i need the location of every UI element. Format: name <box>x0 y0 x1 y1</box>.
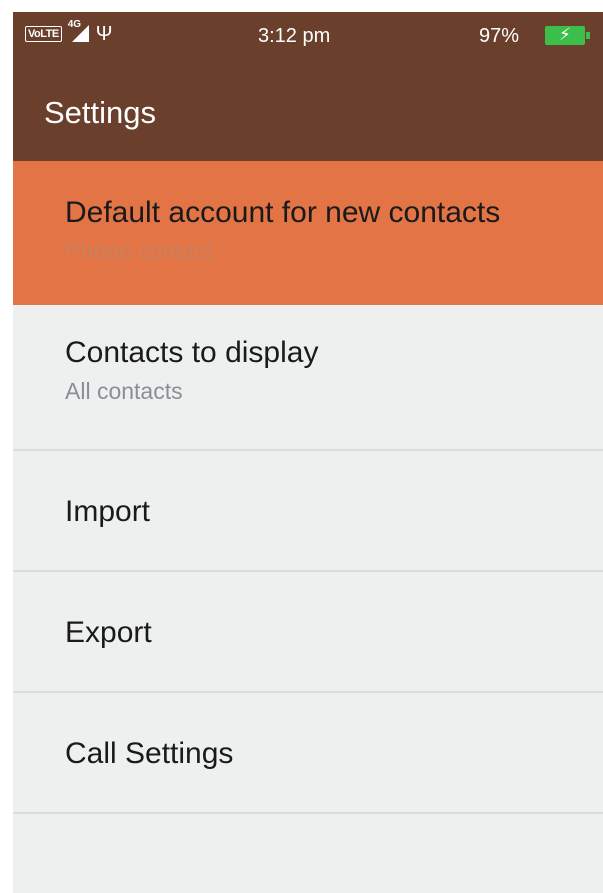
setting-title: Default account for new contacts <box>65 196 501 229</box>
setting-title: Call Settings <box>65 737 234 770</box>
status-bar: VoLTE 4G Ψ 3:12 pm 97% ⚡ <box>13 12 603 56</box>
setting-import[interactable]: Import <box>13 451 603 572</box>
volte-icon: VoLTE <box>25 26 62 42</box>
signal-strength-icon: 4G <box>68 19 90 45</box>
status-time: 3:12 pm <box>258 25 331 47</box>
setting-contacts-to-display[interactable]: Contacts to display All contacts <box>13 305 603 451</box>
setting-default-account[interactable]: Default account for new contacts Phone c… <box>13 161 603 305</box>
setting-title: Import <box>65 495 151 528</box>
settings-list: Default account for new contacts Phone c… <box>13 161 603 814</box>
battery-percent: 97% <box>479 25 520 47</box>
page-title: Settings <box>44 95 157 130</box>
setting-export[interactable]: Export <box>13 572 603 693</box>
setting-call-settings[interactable]: Call Settings <box>13 693 603 814</box>
battery-charging-icon: ⚡ <box>545 25 590 45</box>
setting-title: Contacts to display <box>65 336 319 369</box>
setting-subtitle: All contacts <box>65 378 183 404</box>
usb-icon: Ψ <box>95 23 113 45</box>
signal-bars-icon <box>71 25 89 42</box>
status-left-icons: VoLTE 4G Ψ <box>25 19 113 45</box>
setting-title: Export <box>65 616 152 649</box>
setting-subtitle: Phone contact <box>65 238 213 264</box>
app-header: VoLTE 4G Ψ 3:12 pm 97% ⚡ Settings <box>13 12 603 161</box>
phone-screen: VoLTE 4G Ψ 3:12 pm 97% ⚡ Settings Defaul… <box>13 12 603 893</box>
charging-bolt-icon: ⚡ <box>559 25 571 44</box>
